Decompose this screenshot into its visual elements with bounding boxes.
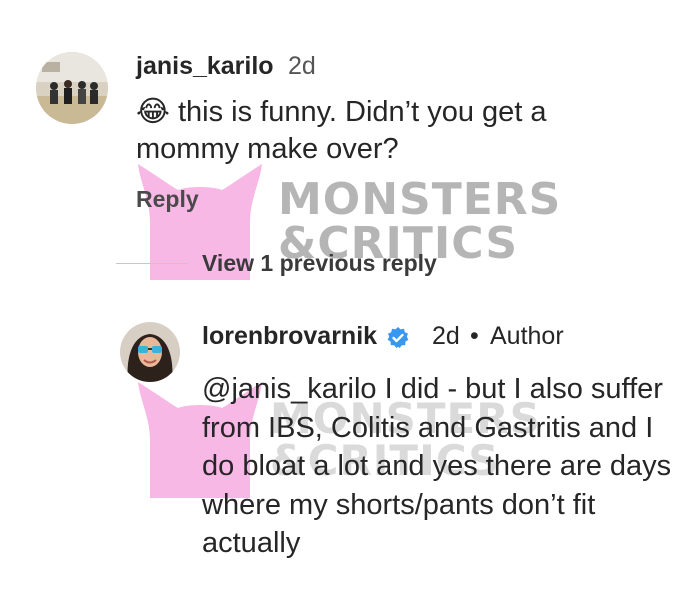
comment-body: this is funny. Didn’t you get a mommy ma…: [136, 96, 547, 165]
verified-badge-icon: [387, 327, 409, 348]
author-label: Author: [490, 322, 564, 350]
watermark-line1: MONSTERS: [278, 174, 562, 225]
avatar[interactable]: [120, 322, 180, 382]
reply-username[interactable]: lorenbrovarnik: [202, 322, 377, 351]
thread-divider: [116, 263, 188, 264]
avatar[interactable]: [36, 52, 108, 124]
view-previous-replies-button[interactable]: View 1 previous reply: [202, 250, 437, 277]
comment-text: 😂 this is funny. Didn’t you get a mommy …: [136, 94, 636, 168]
mention-link[interactable]: @janis_karilo: [202, 373, 377, 405]
comment-username[interactable]: janis_karilo: [136, 52, 274, 81]
reply-button[interactable]: Reply: [136, 186, 199, 213]
emoji: 😂: [136, 96, 170, 128]
reply-timestamp: 2d: [432, 322, 460, 350]
reply-text: @janis_karilo I did - but I also suffer …: [202, 370, 672, 563]
comment-timestamp: 2d: [288, 52, 316, 80]
meta-separator: •: [470, 322, 479, 350]
